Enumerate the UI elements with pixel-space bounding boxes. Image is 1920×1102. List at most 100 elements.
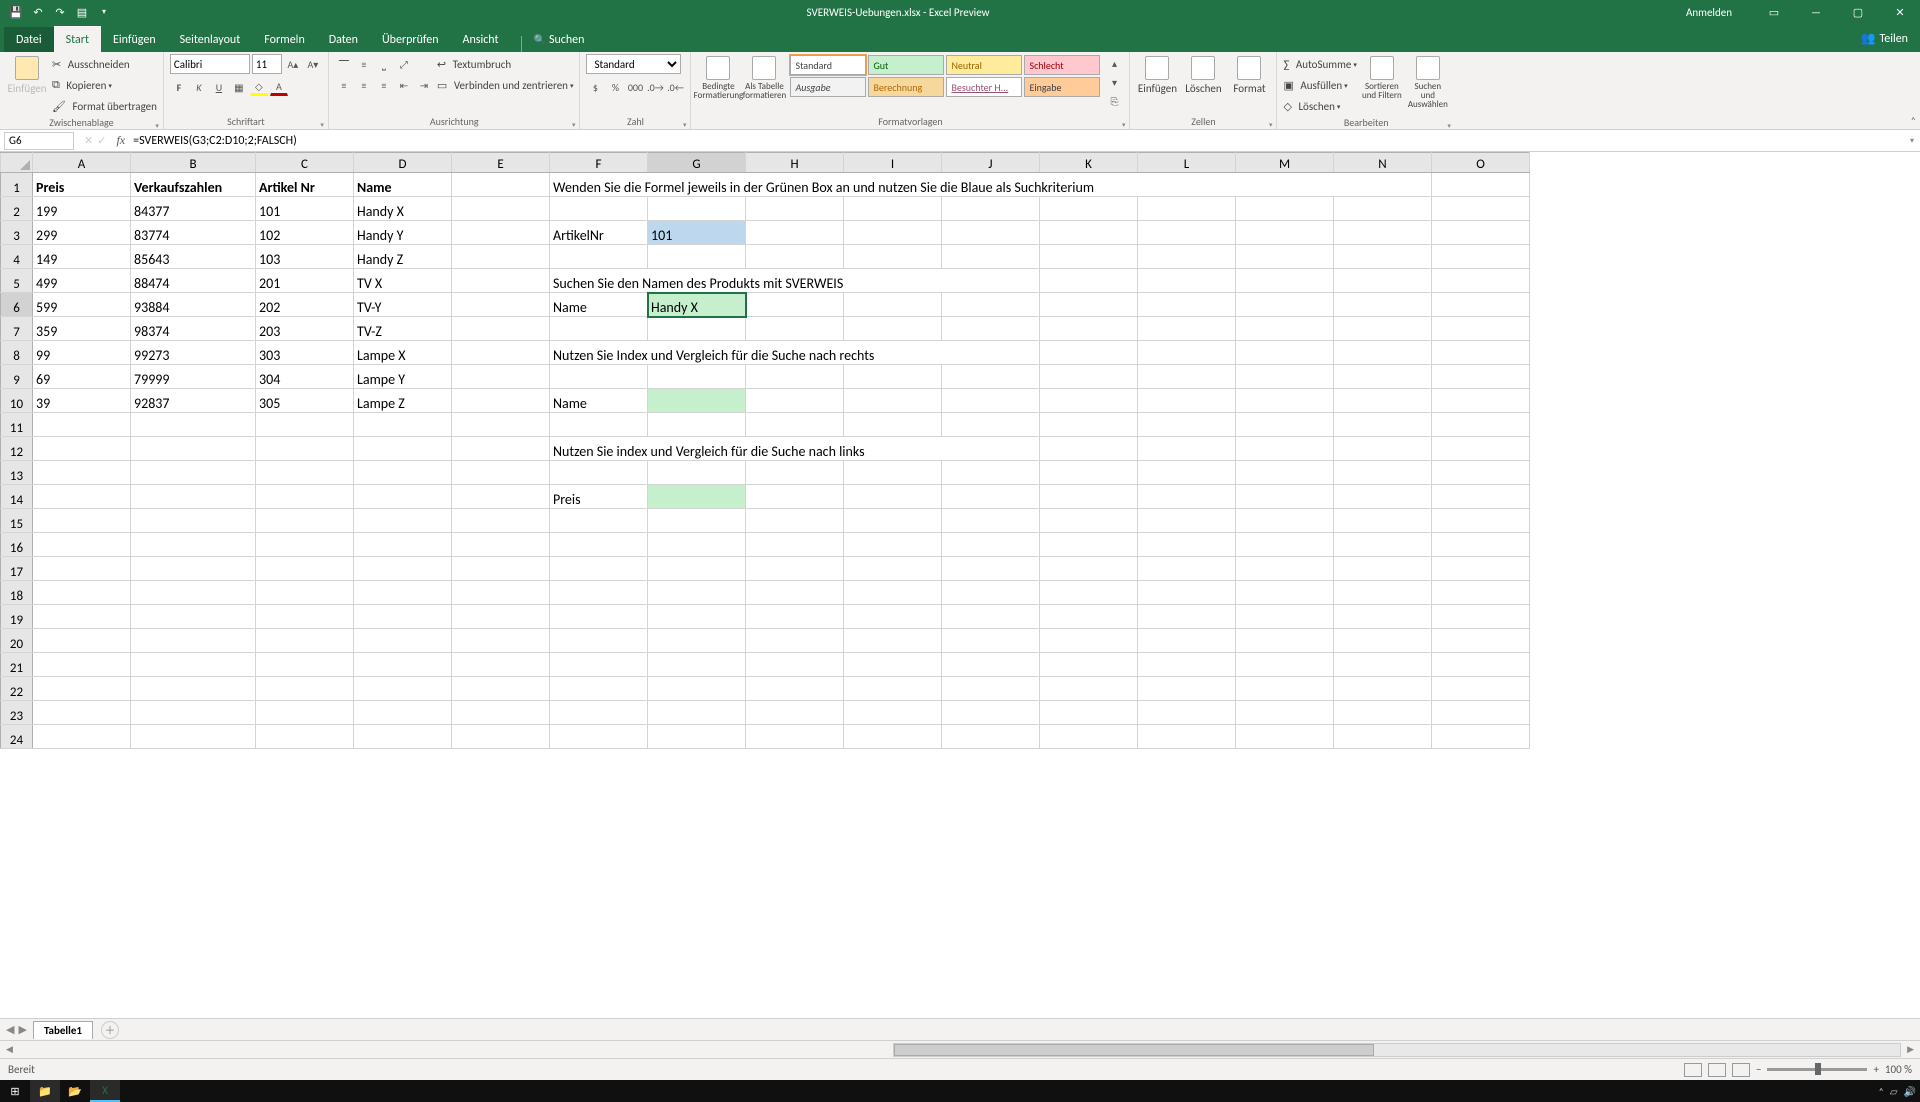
cell-I7[interactable] xyxy=(844,317,942,341)
cell-M11[interactable] xyxy=(1236,413,1334,437)
col-header-O[interactable]: O xyxy=(1432,153,1530,173)
row-header-23[interactable]: 23 xyxy=(1,701,33,725)
cell-E8[interactable] xyxy=(452,341,550,365)
cut-button[interactable]: ✂ Ausschneiden xyxy=(52,54,157,74)
cell-G6[interactable]: Handy X xyxy=(648,293,746,317)
cell-N6[interactable] xyxy=(1334,293,1432,317)
col-header-G[interactable]: G xyxy=(648,153,746,173)
cell-D1[interactable]: Name xyxy=(354,173,452,197)
increase-indent-button[interactable]: ⇥ xyxy=(415,76,433,94)
cell-G3[interactable]: 101 xyxy=(648,221,746,245)
cell-N22[interactable] xyxy=(1334,677,1432,701)
cell-F1[interactable]: Wenden Sie die Formel jeweils in der Grü… xyxy=(550,173,1432,197)
cell-D24[interactable] xyxy=(354,725,452,749)
cell-O11[interactable] xyxy=(1432,413,1530,437)
cell-B1[interactable]: Verkaufszahlen xyxy=(131,173,256,197)
cell-M3[interactable] xyxy=(1236,221,1334,245)
cell-G2[interactable] xyxy=(648,197,746,221)
cell-G17[interactable] xyxy=(648,557,746,581)
fx-icon[interactable]: fx xyxy=(112,133,129,148)
worksheet-grid[interactable]: ABCDEFGHIJKLMNO1PreisVerkaufszahlenArtik… xyxy=(0,152,1920,1018)
cell-N12[interactable] xyxy=(1334,437,1432,461)
cell-F3[interactable]: ArtikelNr xyxy=(550,221,648,245)
cell-N15[interactable] xyxy=(1334,509,1432,533)
cell-M7[interactable] xyxy=(1236,317,1334,341)
cell-B13[interactable] xyxy=(131,461,256,485)
cell-L3[interactable] xyxy=(1138,221,1236,245)
cell-K16[interactable] xyxy=(1040,533,1138,557)
font-size-input[interactable] xyxy=(252,54,282,74)
cell-M19[interactable] xyxy=(1236,605,1334,629)
cell-B11[interactable] xyxy=(131,413,256,437)
cell-O6[interactable] xyxy=(1432,293,1530,317)
row-header-8[interactable]: 8 xyxy=(1,341,33,365)
cell-H6[interactable] xyxy=(746,293,844,317)
cell-A11[interactable] xyxy=(33,413,131,437)
cell-C10[interactable]: 305 xyxy=(256,389,354,413)
styles-more[interactable]: ⎘ xyxy=(1105,92,1123,110)
font-color-button[interactable]: A xyxy=(270,78,288,96)
cell-L16[interactable] xyxy=(1138,533,1236,557)
cell-D22[interactable] xyxy=(354,677,452,701)
cell-A19[interactable] xyxy=(33,605,131,629)
cell-J14[interactable] xyxy=(942,485,1040,509)
cell-K10[interactable] xyxy=(1040,389,1138,413)
cell-F2[interactable] xyxy=(550,197,648,221)
wrap-text-button[interactable]: ↩ Textumbruch xyxy=(437,54,574,74)
orientation-button[interactable]: ⤢ xyxy=(395,55,413,73)
cell-F17[interactable] xyxy=(550,557,648,581)
cell-D8[interactable]: Lampe X xyxy=(354,341,452,365)
cell-H14[interactable] xyxy=(746,485,844,509)
cell-J22[interactable] xyxy=(942,677,1040,701)
cell-I19[interactable] xyxy=(844,605,942,629)
cell-G13[interactable] xyxy=(648,461,746,485)
cell-J21[interactable] xyxy=(942,653,1040,677)
cell-F22[interactable] xyxy=(550,677,648,701)
fill-button[interactable]: ▣ Ausfüllen▾ xyxy=(1283,75,1356,95)
cell-J7[interactable] xyxy=(942,317,1040,341)
sheet-tab-tabelle1[interactable]: Tabelle1 xyxy=(33,1021,93,1039)
cell-O15[interactable] xyxy=(1432,509,1530,533)
cell-E21[interactable] xyxy=(452,653,550,677)
cell-K20[interactable] xyxy=(1040,629,1138,653)
cell-K3[interactable] xyxy=(1040,221,1138,245)
cell-E3[interactable] xyxy=(452,221,550,245)
col-header-J[interactable]: J xyxy=(942,153,1040,173)
enter-formula-icon[interactable]: ✓ xyxy=(97,134,106,147)
cell-J6[interactable] xyxy=(942,293,1040,317)
cell-N14[interactable] xyxy=(1334,485,1432,509)
cell-C16[interactable] xyxy=(256,533,354,557)
col-header-M[interactable]: M xyxy=(1236,153,1334,173)
taskbar-excel[interactable]: X xyxy=(90,1080,120,1102)
cell-B2[interactable]: 84377 xyxy=(131,197,256,221)
cell-A18[interactable] xyxy=(33,581,131,605)
cell-J9[interactable] xyxy=(942,365,1040,389)
tray-network-icon[interactable]: ▱ xyxy=(1890,1085,1898,1098)
cell-O22[interactable] xyxy=(1432,677,1530,701)
cell-D18[interactable] xyxy=(354,581,452,605)
cell-F11[interactable] xyxy=(550,413,648,437)
row-header-1[interactable]: 1 xyxy=(1,173,33,197)
cell-G24[interactable] xyxy=(648,725,746,749)
cell-B10[interactable]: 92837 xyxy=(131,389,256,413)
align-right-button[interactable]: ≡ xyxy=(375,76,393,94)
formula-input[interactable]: =SVERWEIS(G3;C2:D10;2;FALSCH) xyxy=(129,134,1904,148)
collapse-ribbon-button[interactable]: ˄ xyxy=(1911,114,1916,127)
cell-H17[interactable] xyxy=(746,557,844,581)
zoom-level[interactable]: 100 % xyxy=(1885,1063,1912,1076)
clear-button[interactable]: ◇ Löschen▾ xyxy=(1283,96,1356,116)
cell-I16[interactable] xyxy=(844,533,942,557)
cell-A15[interactable] xyxy=(33,509,131,533)
cell-H18[interactable] xyxy=(746,581,844,605)
cell-M13[interactable] xyxy=(1236,461,1334,485)
cell-H19[interactable] xyxy=(746,605,844,629)
cell-O18[interactable] xyxy=(1432,581,1530,605)
increase-decimal-button[interactable]: .0→ xyxy=(646,78,664,96)
cell-H9[interactable] xyxy=(746,365,844,389)
cell-E2[interactable] xyxy=(452,197,550,221)
row-header-22[interactable]: 22 xyxy=(1,677,33,701)
cell-I14[interactable] xyxy=(844,485,942,509)
cell-D19[interactable] xyxy=(354,605,452,629)
cell-H22[interactable] xyxy=(746,677,844,701)
cell-D4[interactable]: Handy Z xyxy=(354,245,452,269)
